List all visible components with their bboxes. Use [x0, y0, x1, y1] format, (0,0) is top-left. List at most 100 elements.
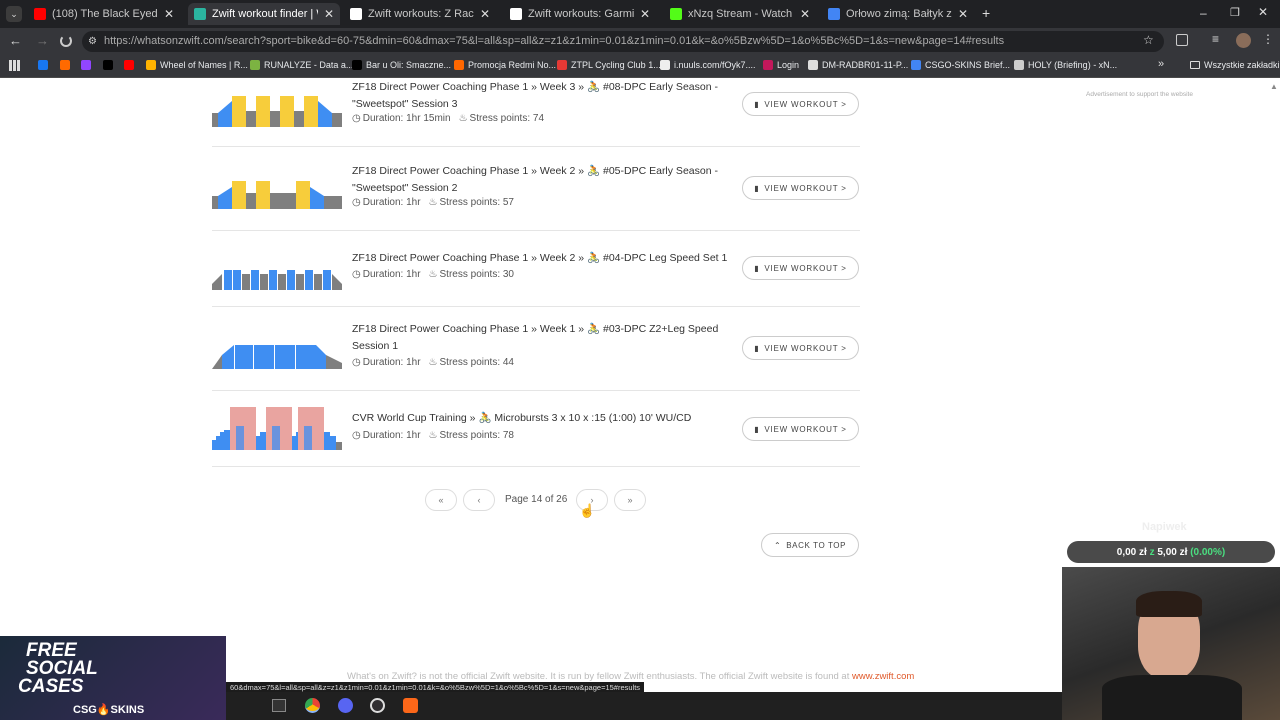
bookmark-item[interactable]: i.nuuls.com/fOyk7....	[660, 60, 756, 70]
workout-profile-chart	[212, 407, 342, 450]
bookmark-item[interactable]: Wheel of Names | R...	[146, 60, 248, 70]
browser-tab[interactable]: Zwift workouts: Z Racing » We ✕	[344, 3, 496, 25]
clock-icon: ◷	[352, 113, 361, 124]
bookmark-item[interactable]	[38, 60, 48, 70]
obs-icon[interactable]	[370, 698, 385, 713]
bookmark-item[interactable]: DM-RADBR01-11-P...	[808, 60, 908, 70]
tab-title: Zwift workouts: Garmin UNBOU	[528, 8, 634, 20]
bookmarks-overflow-icon[interactable]: »	[1158, 58, 1164, 70]
footer-link[interactable]: www.zwift.com	[852, 671, 914, 682]
browser-tab[interactable]: Zwift workout finder | What's o ✕	[188, 3, 340, 25]
tab-close-icon[interactable]: ✕	[480, 7, 490, 21]
promo-brand: CSG🔥SKINS	[73, 704, 145, 716]
bookmark-label: Bar u Oli: Smaczne...	[366, 60, 452, 70]
donation-goal-bar: 0,00 zł z 5,00 zł (0.00%)	[1067, 541, 1275, 563]
chrome-icon[interactable]	[305, 698, 320, 713]
site-info-icon[interactable]: ⚙	[88, 31, 97, 52]
terminal-icon[interactable]	[272, 699, 286, 712]
loading-icon[interactable]	[60, 35, 72, 47]
profile-avatar[interactable]	[1236, 33, 1251, 48]
extensions-icon[interactable]	[1176, 34, 1188, 46]
view-workout-button[interactable]: ▮ VIEW WORKOUT >	[742, 336, 859, 360]
browser-tab[interactable]: (108) The Black Eyed Peas - ✕	[28, 3, 180, 25]
view-workout-button[interactable]: ▮ VIEW WORKOUT >	[742, 176, 859, 200]
workout-stress: Stress points: 57	[439, 197, 514, 208]
view-workout-label: VIEW WORKOUT >	[764, 263, 847, 273]
workout-title[interactable]: ZF18 Direct Power Coaching Phase 1 » Wee…	[352, 321, 722, 355]
workout-stress: Stress points: 78	[439, 430, 514, 441]
scroll-up-arrow-icon[interactable]: ▲	[1270, 82, 1278, 91]
workout-title[interactable]: ZF18 Direct Power Coaching Phase 1 » Wee…	[352, 250, 732, 267]
tab-title: Zwift workout finder | What's o	[212, 8, 318, 20]
prev-page-button[interactable]: ‹	[463, 489, 495, 511]
bookmark-item[interactable]: Promocja Redmi No...	[454, 60, 556, 70]
bookmark-favicon-icon	[38, 60, 48, 70]
all-bookmarks-folder[interactable]: Wszystkie zakładki	[1190, 60, 1280, 70]
bookmark-favicon-icon	[911, 60, 921, 70]
browser-tab[interactable]: Orłowo zimą: Bałtyk zamarza, a ✕	[822, 3, 974, 25]
bookmark-label: ZTPL Cycling Club 1...	[571, 60, 661, 70]
footer-disclaimer: What's on Zwift? is not the official Zwi…	[347, 671, 852, 682]
browser-toolbar: ← → ⚙ https://whatsonzwift.com/search?sp…	[0, 28, 1280, 55]
discord-icon[interactable]	[338, 698, 353, 713]
donation-percent: (0.00%)	[1190, 546, 1226, 558]
tab-favicon-icon	[194, 8, 206, 20]
browser-tab[interactable]: Zwift workouts: Garmin UNBOU ✕	[504, 3, 656, 25]
address-bar[interactable]: ⚙ https://whatsonzwift.com/search?sport=…	[82, 31, 1164, 52]
first-page-button[interactable]: «	[425, 489, 457, 511]
bookmark-item[interactable]: Login	[763, 60, 799, 70]
view-workout-button[interactable]: ▮ VIEW WORKOUT >	[742, 417, 859, 441]
workout-duration: Duration: 1hr 15min	[362, 113, 451, 124]
maximize-icon[interactable]: ❐	[1230, 6, 1240, 19]
back-icon[interactable]: ←	[9, 33, 22, 48]
workout-meta: ◷ Duration: 1hr ♨ Stress points: 78	[352, 430, 514, 441]
workout-profile-chart	[212, 96, 342, 127]
tab-close-icon[interactable]: ✕	[164, 7, 174, 21]
tab-close-icon[interactable]: ✕	[640, 7, 650, 21]
bookmark-favicon-icon	[146, 60, 156, 70]
tab-search-icon[interactable]: ⌄	[6, 6, 22, 22]
zwift-icon[interactable]	[403, 698, 418, 713]
bookmark-item[interactable]: HOLY (Briefing) - xN...	[1014, 60, 1117, 70]
chart-bars-icon: ▮	[754, 424, 760, 434]
tab-close-icon[interactable]: ✕	[324, 7, 334, 21]
bookmark-favicon-icon	[557, 60, 567, 70]
browser-menu-icon[interactable]: ⋮	[1262, 32, 1274, 46]
view-workout-button[interactable]: ▮ VIEW WORKOUT >	[742, 256, 859, 280]
workout-duration: Duration: 1hr	[362, 430, 421, 441]
bookmark-favicon-icon	[660, 60, 670, 70]
bookmark-label: Wheel of Names | R...	[160, 60, 248, 70]
bookmark-star-icon[interactable]: ☆	[1143, 33, 1154, 47]
bookmark-item[interactable]	[124, 60, 134, 70]
apps-grid-icon[interactable]	[9, 60, 20, 71]
forward-icon[interactable]: →	[36, 33, 49, 48]
workout-title[interactable]: CVR World Cup Training » 🚴 Microbursts 3…	[352, 410, 732, 427]
page-indicator: Page 14 of 26	[505, 494, 568, 505]
view-workout-label: VIEW WORKOUT >	[764, 343, 847, 353]
bookmark-item[interactable]: RUNALYZE - Data a...	[250, 60, 353, 70]
workout-title[interactable]: ZF18 Direct Power Coaching Phase 1 » Wee…	[352, 163, 722, 197]
back-to-top-button[interactable]: ⌃ BACK TO TOP	[761, 533, 859, 557]
bookmark-item[interactable]: CSGO-SKINS Brief...	[911, 60, 1010, 70]
media-control-icon[interactable]: ≡	[1212, 32, 1219, 46]
minimize-icon[interactable]: –	[1200, 6, 1207, 20]
workout-row: ZF18 Direct Power Coaching Phase 1 » Wee…	[212, 147, 860, 231]
ad-label: Advertisement to support the website	[1086, 91, 1193, 98]
new-tab-button[interactable]: +	[982, 5, 990, 21]
view-workout-button[interactable]: ▮ VIEW WORKOUT >	[742, 92, 859, 116]
last-page-button[interactable]: »	[614, 489, 646, 511]
tab-close-icon[interactable]: ✕	[800, 7, 810, 21]
bookmark-item[interactable]	[103, 60, 113, 70]
tab-title: xNzq Stream - Watch Live on K	[688, 8, 794, 20]
workout-row: ZF18 Direct Power Coaching Phase 1 » Wee…	[212, 231, 860, 307]
close-window-icon[interactable]: ✕	[1258, 5, 1268, 19]
bookmark-item[interactable]: Bar u Oli: Smaczne...	[352, 60, 451, 70]
browser-tab[interactable]: xNzq Stream - Watch Live on K ✕	[664, 3, 816, 25]
bookmark-item[interactable]: ZTPL Cycling Club 1...	[557, 60, 661, 70]
tab-close-icon[interactable]: ✕	[958, 7, 968, 21]
bookmark-item[interactable]	[60, 60, 70, 70]
workout-title[interactable]: ZF18 Direct Power Coaching Phase 1 » Wee…	[352, 79, 722, 113]
os-taskbar	[226, 692, 1062, 720]
bookmarks-bar: Wheel of Names | R... RUNALYZE - Data a..…	[0, 55, 1280, 78]
bookmark-item[interactable]	[81, 60, 91, 70]
